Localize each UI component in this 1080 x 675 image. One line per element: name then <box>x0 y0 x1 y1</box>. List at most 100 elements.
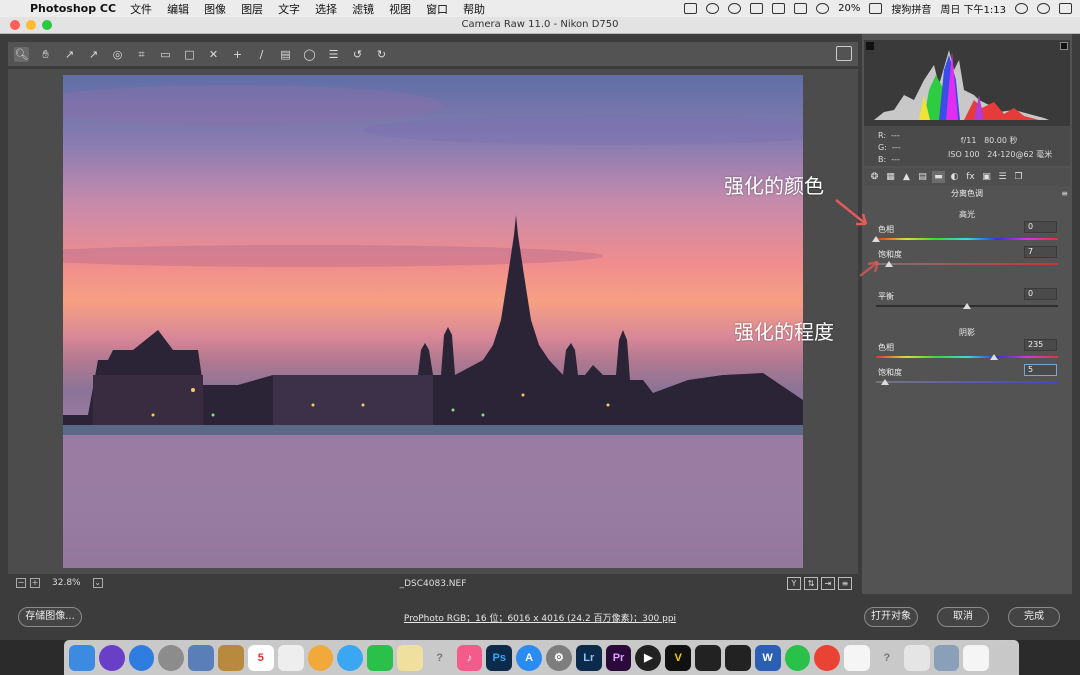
photo-preview[interactable] <box>63 75 803 568</box>
dock-unknown-icon[interactable]: ? <box>427 645 453 671</box>
preferences-icon[interactable]: ☰ <box>326 47 341 62</box>
menu-view[interactable]: 视图 <box>389 1 411 17</box>
graduated-filter-icon[interactable]: ▤ <box>278 47 293 62</box>
dock-appstore-icon[interactable]: A <box>516 644 542 671</box>
radial-filter-icon[interactable]: ◯ <box>302 47 317 62</box>
dock-photos2-icon[interactable] <box>307 644 334 671</box>
clock[interactable]: 周日 下午1:13 <box>940 1 1006 16</box>
cancel-button[interactable]: 取消 <box>937 607 989 627</box>
shadow-clipping-icon[interactable] <box>866 42 874 50</box>
dock-siri-icon[interactable] <box>98 644 125 671</box>
dock-mail-icon[interactable] <box>963 644 990 671</box>
app-menu-name[interactable]: Photoshop CC <box>30 2 116 15</box>
shadows-hue-thumb[interactable] <box>990 354 999 360</box>
dock-trash-icon[interactable] <box>993 644 1019 671</box>
tone-curve-tab-icon[interactable]: ▦ <box>884 171 897 183</box>
calibration-tab-icon[interactable]: ▣ <box>980 171 993 183</box>
dock-system-preferences-icon[interactable]: ⚙ <box>546 644 572 671</box>
swap-button[interactable]: ⇅ <box>804 577 818 590</box>
dock-keyboard-icon[interactable] <box>903 644 930 671</box>
straighten-icon[interactable]: ▭ <box>158 47 173 62</box>
dock-image-icon[interactable] <box>933 644 960 671</box>
menu-file[interactable]: 文件 <box>130 1 152 17</box>
dock-launchpad-icon[interactable] <box>158 644 185 671</box>
highlights-sat-field[interactable]: 7 <box>1024 246 1057 258</box>
rotate-right-icon[interactable]: ↻ <box>374 47 389 62</box>
detail-tab-icon[interactable]: ▲ <box>900 171 913 183</box>
shadows-hue-track[interactable] <box>876 356 1058 358</box>
siri-icon[interactable] <box>1037 3 1050 14</box>
menu-filter[interactable]: 滤镜 <box>352 1 374 17</box>
pause-icon[interactable] <box>728 3 742 14</box>
hsl-tab-icon[interactable]: ▤ <box>916 171 929 183</box>
menu-help[interactable]: 帮助 <box>463 1 485 17</box>
dock-nikon2-icon[interactable] <box>695 644 721 671</box>
screen-icon[interactable] <box>750 3 764 14</box>
before-after-toggle[interactable]: Y <box>787 577 801 590</box>
shadows-sat-track[interactable] <box>876 381 1058 383</box>
highlights-sat-track[interactable] <box>876 263 1058 265</box>
menu-window[interactable]: 窗口 <box>426 1 448 17</box>
menu-edit[interactable]: 编辑 <box>167 1 189 17</box>
dock-chrome-icon[interactable] <box>814 644 841 671</box>
rotate-left-icon[interactable]: ↺ <box>350 47 365 62</box>
dock-facetime-icon[interactable] <box>367 644 393 671</box>
dock-music-icon[interactable]: ♪ <box>456 644 483 671</box>
dock-photos-icon[interactable] <box>277 644 304 671</box>
dock-notes-icon[interactable] <box>218 644 244 671</box>
dock-document-icon[interactable] <box>844 644 870 671</box>
battery-icon[interactable] <box>869 3 883 14</box>
lens-tab-icon[interactable]: ◐ <box>948 171 961 183</box>
bluetooth-icon[interactable] <box>794 3 808 14</box>
airplay-icon[interactable] <box>772 3 786 14</box>
split-toning-tab-icon[interactable]: ▬ <box>932 171 945 183</box>
wifi-icon[interactable] <box>816 3 830 14</box>
menu-type[interactable]: 文字 <box>278 1 300 17</box>
hand-icon[interactable]: ✋︎ <box>38 47 53 62</box>
dock-word-icon[interactable]: W <box>754 644 781 671</box>
menu-layer[interactable]: 图层 <box>241 1 263 17</box>
target-adjust-icon[interactable]: ◎ <box>110 47 125 62</box>
basic-tab-icon[interactable]: ❂ <box>868 171 881 183</box>
dock-ps-icon[interactable]: Ps <box>486 644 513 671</box>
done-button[interactable]: 完成 <box>1008 607 1060 627</box>
dock-quicktime-icon[interactable]: ▶ <box>635 644 662 671</box>
notification-center-icon[interactable] <box>1059 3 1072 14</box>
highlight-clipping-icon[interactable] <box>1060 42 1068 50</box>
highlights-hue-track[interactable] <box>876 238 1058 240</box>
menu-select[interactable]: 选择 <box>315 1 337 17</box>
crop-icon[interactable]: ⌗ <box>134 47 149 62</box>
input-method[interactable]: 搜狗拼音 <box>891 1 931 16</box>
highlights-sat-thumb[interactable] <box>884 261 893 267</box>
dock-calendar-icon[interactable]: 5 <box>247 644 274 671</box>
white-balance-icon[interactable]: ↗ <box>62 47 77 62</box>
dock-nikon3-icon[interactable] <box>724 644 751 671</box>
dock-nikon-icon[interactable]: V <box>665 644 692 671</box>
dock-pr-icon[interactable]: Pr <box>605 644 632 671</box>
red-eye-icon[interactable]: + <box>230 47 245 62</box>
highlights-hue-field[interactable]: 0 <box>1024 221 1057 233</box>
wechat-tray-icon[interactable] <box>706 3 720 14</box>
snapshots-tab-icon[interactable]: ❐ <box>1012 171 1025 183</box>
open-object-button[interactable]: 打开对象 <box>864 607 918 627</box>
dock-lr-icon[interactable]: Lr <box>575 644 602 671</box>
adjustment-brush-icon[interactable]: ∕ <box>254 47 269 62</box>
search-icon[interactable] <box>1015 3 1028 14</box>
workflow-options-link[interactable]: ProPhoto RGB；16 位；6016 x 4016 (24.2 百万像素… <box>0 611 1080 624</box>
balance-thumb[interactable] <box>963 303 971 309</box>
panel-menu-icon[interactable]: ≡ <box>1061 189 1068 198</box>
zoom-icon[interactable]: 🔍︎ <box>14 46 29 62</box>
tray-icon[interactable] <box>684 3 698 14</box>
spot-removal-icon[interactable]: ✕ <box>206 47 221 62</box>
dock-finder-icon[interactable] <box>69 644 95 671</box>
dock-preview-icon[interactable] <box>188 644 215 671</box>
balance-field[interactable]: 0 <box>1024 288 1057 300</box>
shadows-sat-thumb[interactable] <box>881 379 890 385</box>
color-sampler-icon[interactable]: ↗ <box>86 47 101 62</box>
shadows-hue-field[interactable]: 235 <box>1024 339 1057 351</box>
menu-image[interactable]: 图像 <box>204 1 226 17</box>
dock-messages-icon[interactable] <box>337 644 364 671</box>
dock-wechat-icon[interactable] <box>784 644 811 671</box>
dock-textedit-icon[interactable] <box>396 644 423 671</box>
shadows-sat-field[interactable]: 5 <box>1024 364 1057 376</box>
